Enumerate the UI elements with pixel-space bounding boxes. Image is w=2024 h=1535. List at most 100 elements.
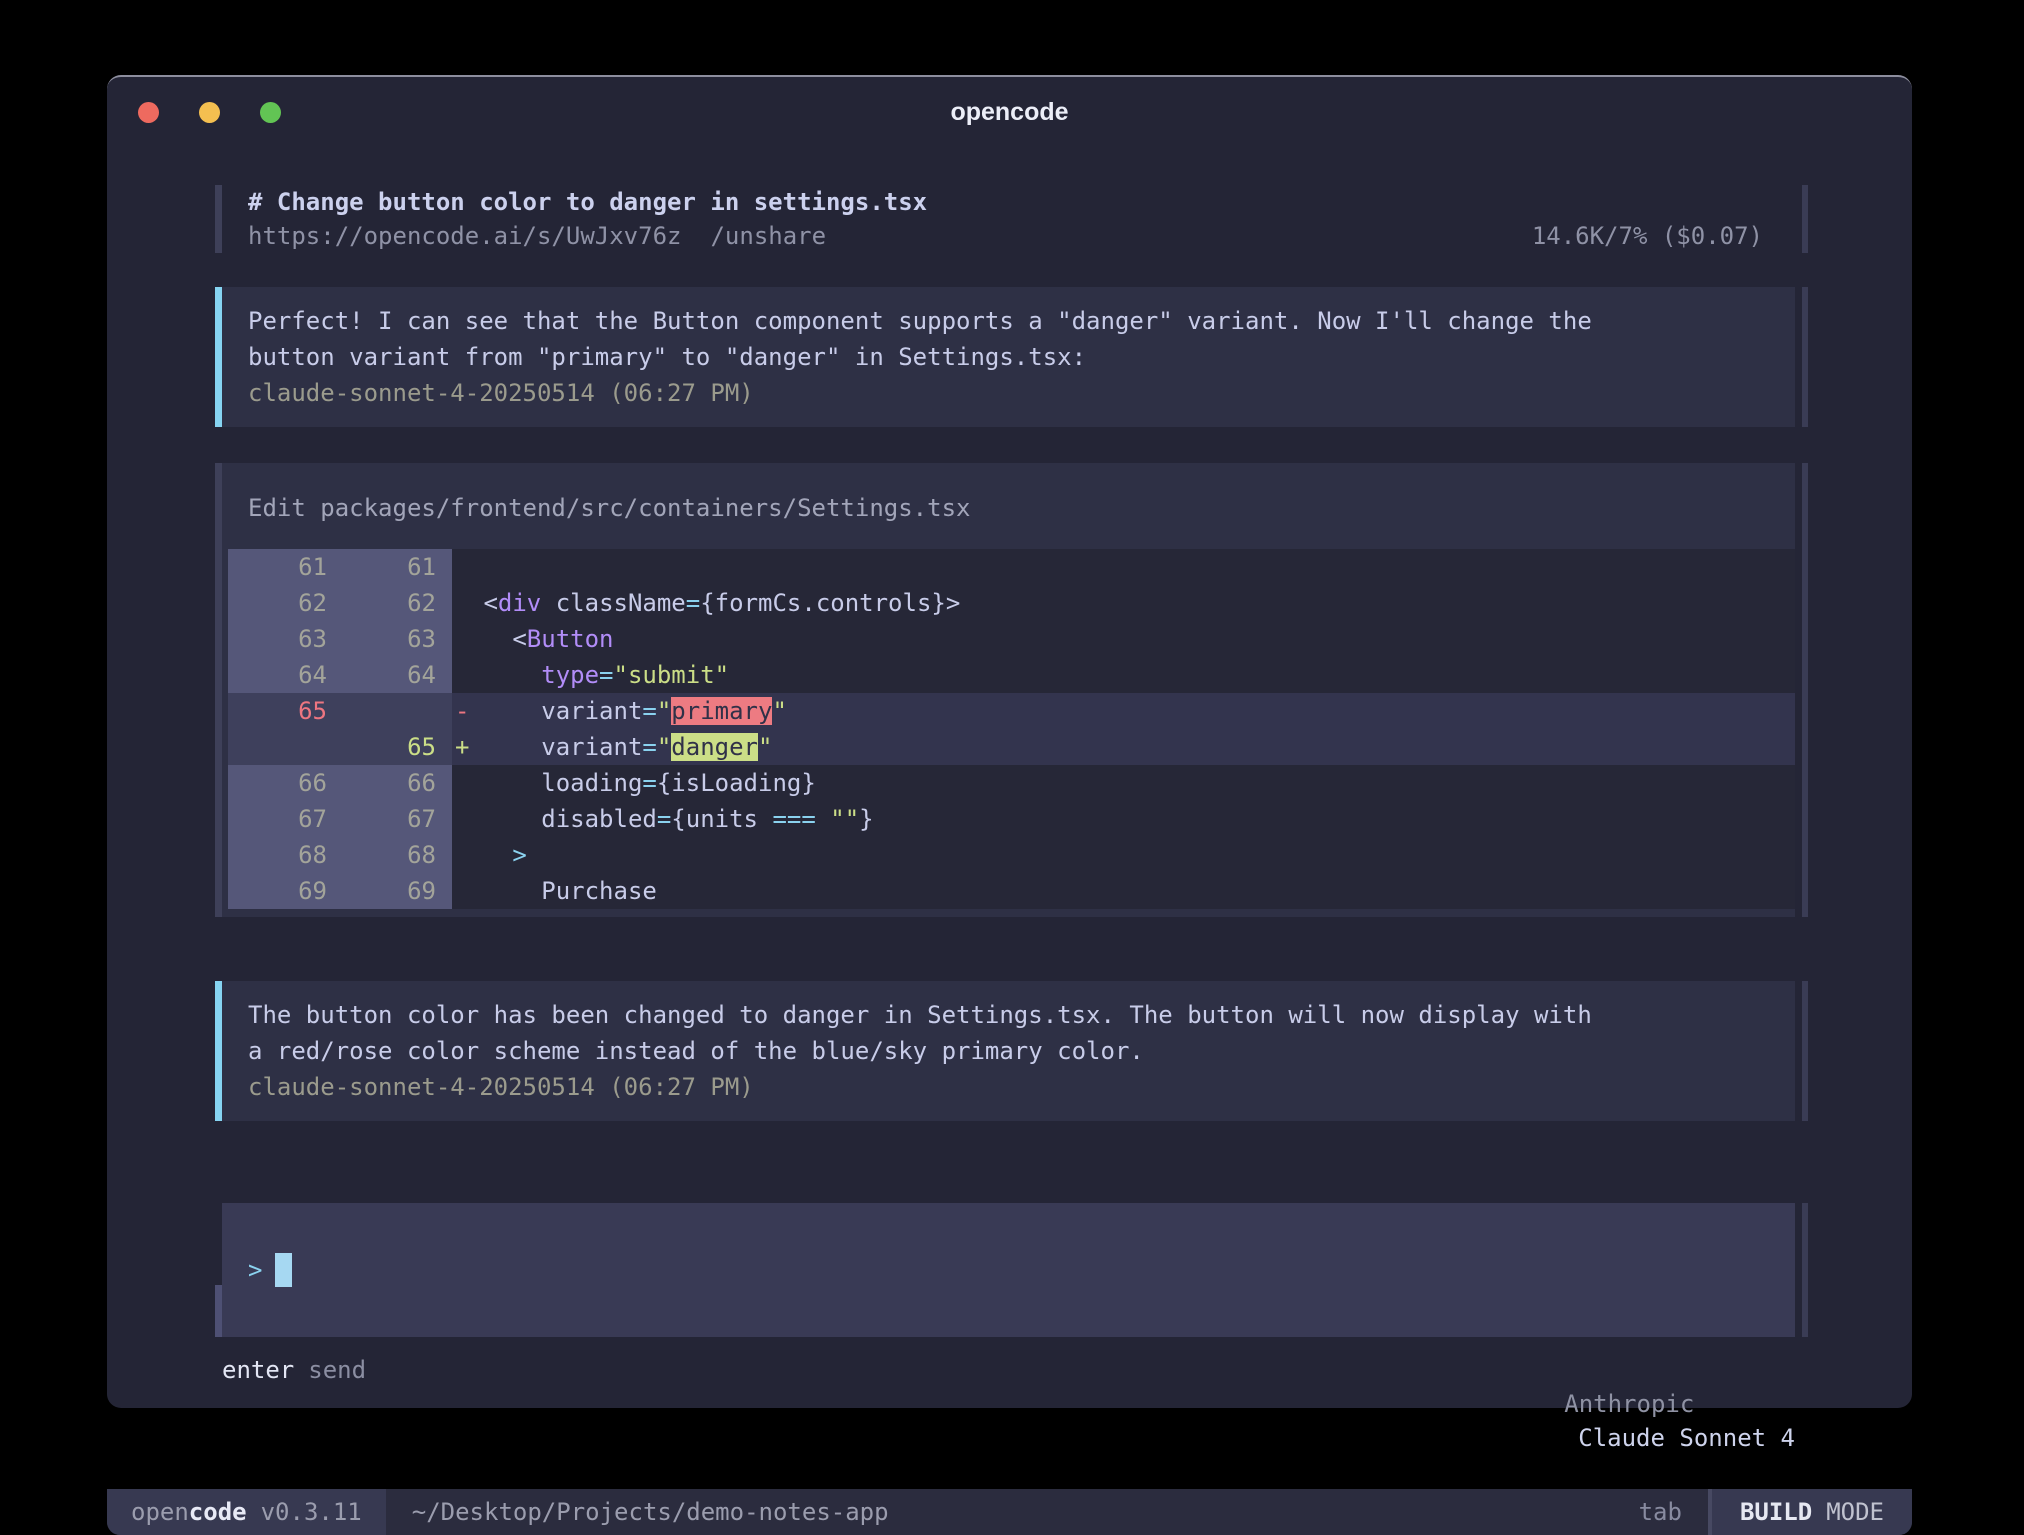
code-segment: Purchase [469, 877, 657, 905]
line-number-old: 68 [228, 837, 327, 873]
code-segment: " [657, 697, 671, 725]
diff-marker: + [452, 729, 469, 765]
line-number-old: 67 [228, 801, 327, 837]
diff-code: disabled={units === ""} [469, 801, 874, 837]
edit-tool-card: Edit packages/frontend/src/containers/Se… [215, 463, 1808, 917]
prompt-input[interactable]: > [222, 1203, 1795, 1337]
app-version-segment: opencode v0.3.11 [107, 1489, 386, 1535]
diff-rows: 6161 6262 <div className={formCs.control… [228, 549, 1795, 909]
line-number-new: 68 [327, 837, 444, 873]
message-text-line: Perfect! I can see that the Button compo… [248, 303, 1769, 339]
line-number-new: 62 [327, 585, 444, 621]
tab-key-hint: tab [1639, 1489, 1708, 1535]
code-segment [816, 805, 830, 833]
diff-marker [452, 657, 469, 693]
line-number-old: 64 [228, 657, 327, 693]
traffic-lights [138, 77, 281, 147]
code-segment: danger [671, 733, 758, 761]
line-number-old [228, 729, 327, 765]
session-header-left-bar [215, 185, 222, 253]
line-number-old: 62 [228, 585, 327, 621]
scroll-rail [1802, 463, 1808, 917]
diff-marker [452, 621, 469, 657]
line-number-old: 65 [228, 693, 327, 729]
code-segment [469, 661, 541, 689]
close-window-icon[interactable] [138, 102, 159, 123]
code-segment: > [512, 841, 526, 869]
code-segment: variant [469, 733, 642, 761]
line-number-old: 63 [228, 621, 327, 657]
app-name-code: code [189, 1498, 247, 1526]
send-action-hint: send [308, 1353, 366, 1489]
share-url-link[interactable]: https://opencode.ai/s/UwJxv76z [248, 219, 681, 253]
diff-row: 6161 [228, 549, 1795, 585]
code-segment: Button [527, 625, 614, 653]
diff-marker [452, 801, 469, 837]
assistant-message-accent-bar [215, 287, 222, 427]
diff-line: > [452, 837, 1795, 873]
diff-row: 6969 Purchase [228, 873, 1795, 909]
content-area: # Change button color to danger in setti… [107, 147, 1912, 1489]
model-timestamp: claude-sonnet-4-20250514 (06:27 PM) [248, 1069, 1769, 1105]
diff-code: <Button [469, 621, 614, 657]
code-segment [469, 841, 512, 869]
session-title: # Change button color to danger in setti… [222, 185, 1795, 219]
code-segment: < [469, 625, 527, 653]
code-segment: {formCs.controls}> [700, 589, 960, 617]
code-segment: = [657, 805, 671, 833]
scroll-rail [1802, 185, 1808, 253]
diff-line: disabled={units === ""} [452, 801, 1795, 837]
diff-code: variant="danger" [469, 729, 772, 765]
diff-gutter: 6262 [228, 585, 452, 621]
assistant-message: Perfect! I can see that the Button compo… [215, 287, 1808, 427]
code-segment: className [541, 589, 686, 617]
diff-row: 6262 <div className={formCs.controls}> [228, 585, 1795, 621]
code-segment: " [772, 697, 786, 725]
line-number-new: 66 [327, 765, 444, 801]
diff-code: loading={isLoading} [469, 765, 816, 801]
line-number-old: 61 [228, 549, 327, 585]
provider-label: Anthropic [1564, 1390, 1694, 1418]
diff-gutter: 6868 [228, 837, 452, 873]
maximize-window-icon[interactable] [260, 102, 281, 123]
diff-row: 65- variant="primary" [228, 693, 1795, 729]
line-number-old: 69 [228, 873, 327, 909]
diff-gutter: 6666 [228, 765, 452, 801]
enter-key-hint: enter [222, 1353, 294, 1489]
diff-row: 6666 loading={isLoading} [228, 765, 1795, 801]
app-name-open: open [131, 1498, 189, 1526]
app-version: v0.3.11 [261, 1498, 362, 1526]
minimize-window-icon[interactable] [199, 102, 220, 123]
code-segment: {units [671, 805, 772, 833]
code-segment: div [498, 589, 541, 617]
diff-marker [452, 549, 469, 585]
code-segment: = [642, 769, 656, 797]
code-segment: " [758, 733, 772, 761]
diff-row: 6767 disabled={units === ""} [228, 801, 1795, 837]
token-usage-cost: 14.6K/7% ($0.07) [1532, 219, 1795, 253]
code-segment: disabled [469, 805, 657, 833]
diff-line: loading={isLoading} [452, 765, 1795, 801]
status-bar: opencode v0.3.11 ~/Desktop/Projects/demo… [107, 1489, 1912, 1535]
code-segment: "submit" [614, 661, 730, 689]
diff-line: <div className={formCs.controls}> [452, 585, 1795, 621]
message-text-line: The button color has been changed to dan… [248, 997, 1769, 1033]
prompt-input-left-bar [215, 1285, 222, 1337]
unshare-command[interactable]: /unshare [710, 219, 826, 253]
diff-code: Purchase [469, 873, 657, 909]
mode-suffix: MODE [1826, 1498, 1884, 1526]
code-segment: = [599, 661, 613, 689]
assistant-message: The button color has been changed to dan… [215, 981, 1808, 1121]
prompt-input-row: > [215, 1203, 1808, 1337]
mode-indicator: BUILD MODE [1712, 1489, 1912, 1535]
diff-gutter: 65 [228, 693, 452, 729]
diff-gutter: 6767 [228, 801, 452, 837]
diff-marker [452, 585, 469, 621]
diff-gutter: 6464 [228, 657, 452, 693]
session-header: # Change button color to danger in setti… [215, 185, 1808, 253]
diff-row: 6868 > [228, 837, 1795, 873]
code-segment: = [642, 697, 656, 725]
code-segment: = [642, 733, 656, 761]
text-cursor [275, 1253, 292, 1287]
window-title: opencode [950, 98, 1068, 127]
